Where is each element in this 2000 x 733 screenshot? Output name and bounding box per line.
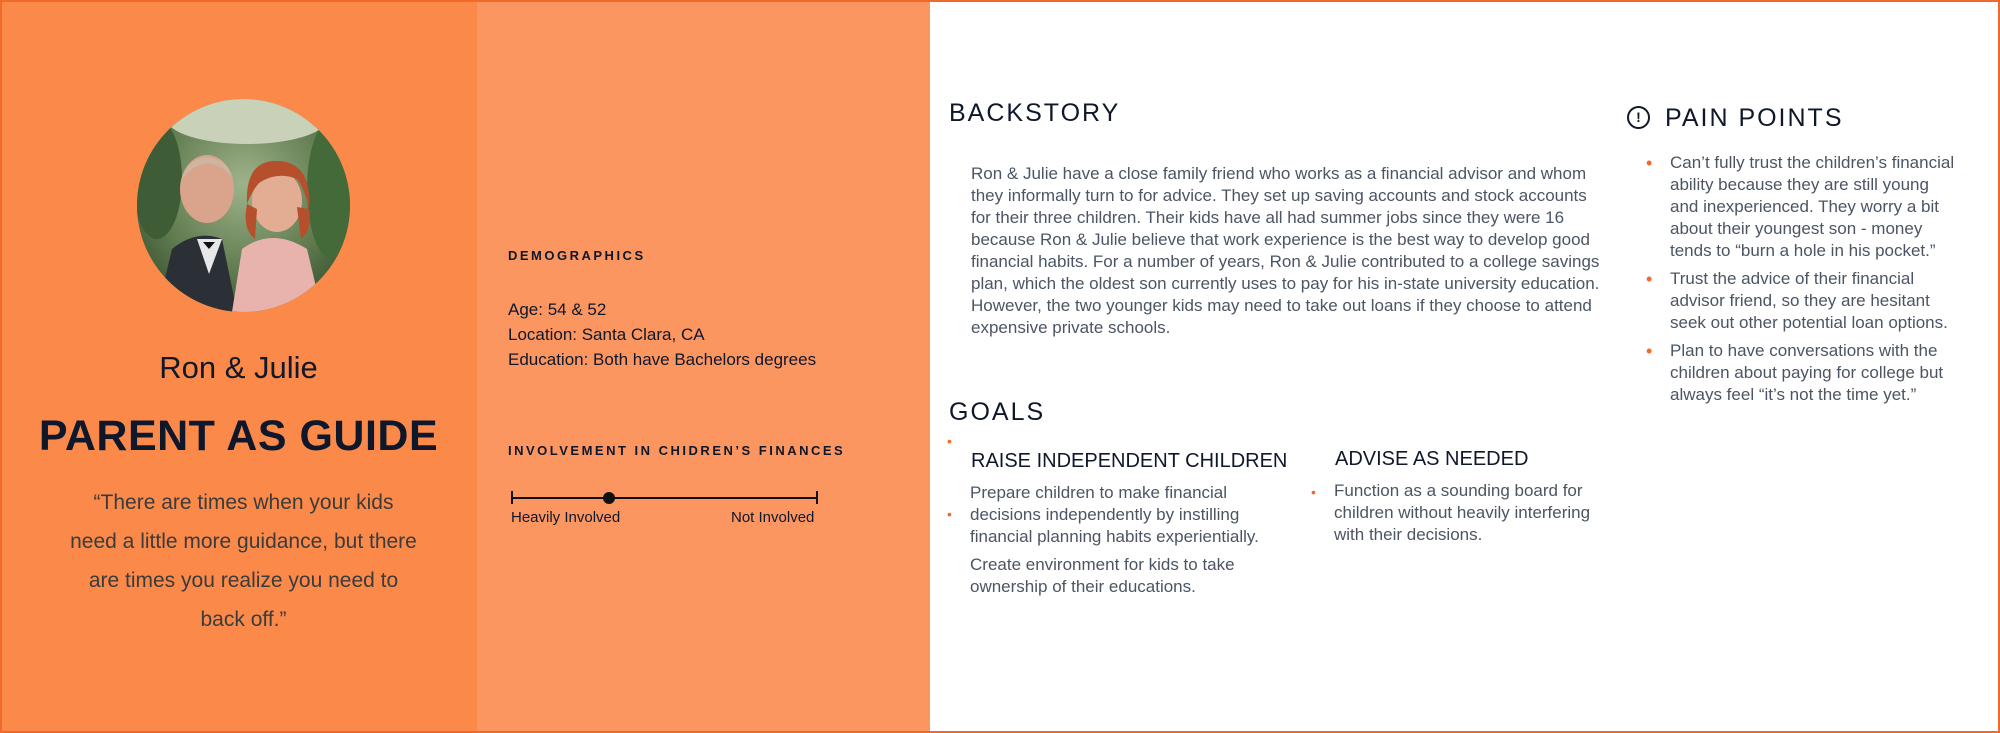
card-border: [0, 0, 2000, 733]
